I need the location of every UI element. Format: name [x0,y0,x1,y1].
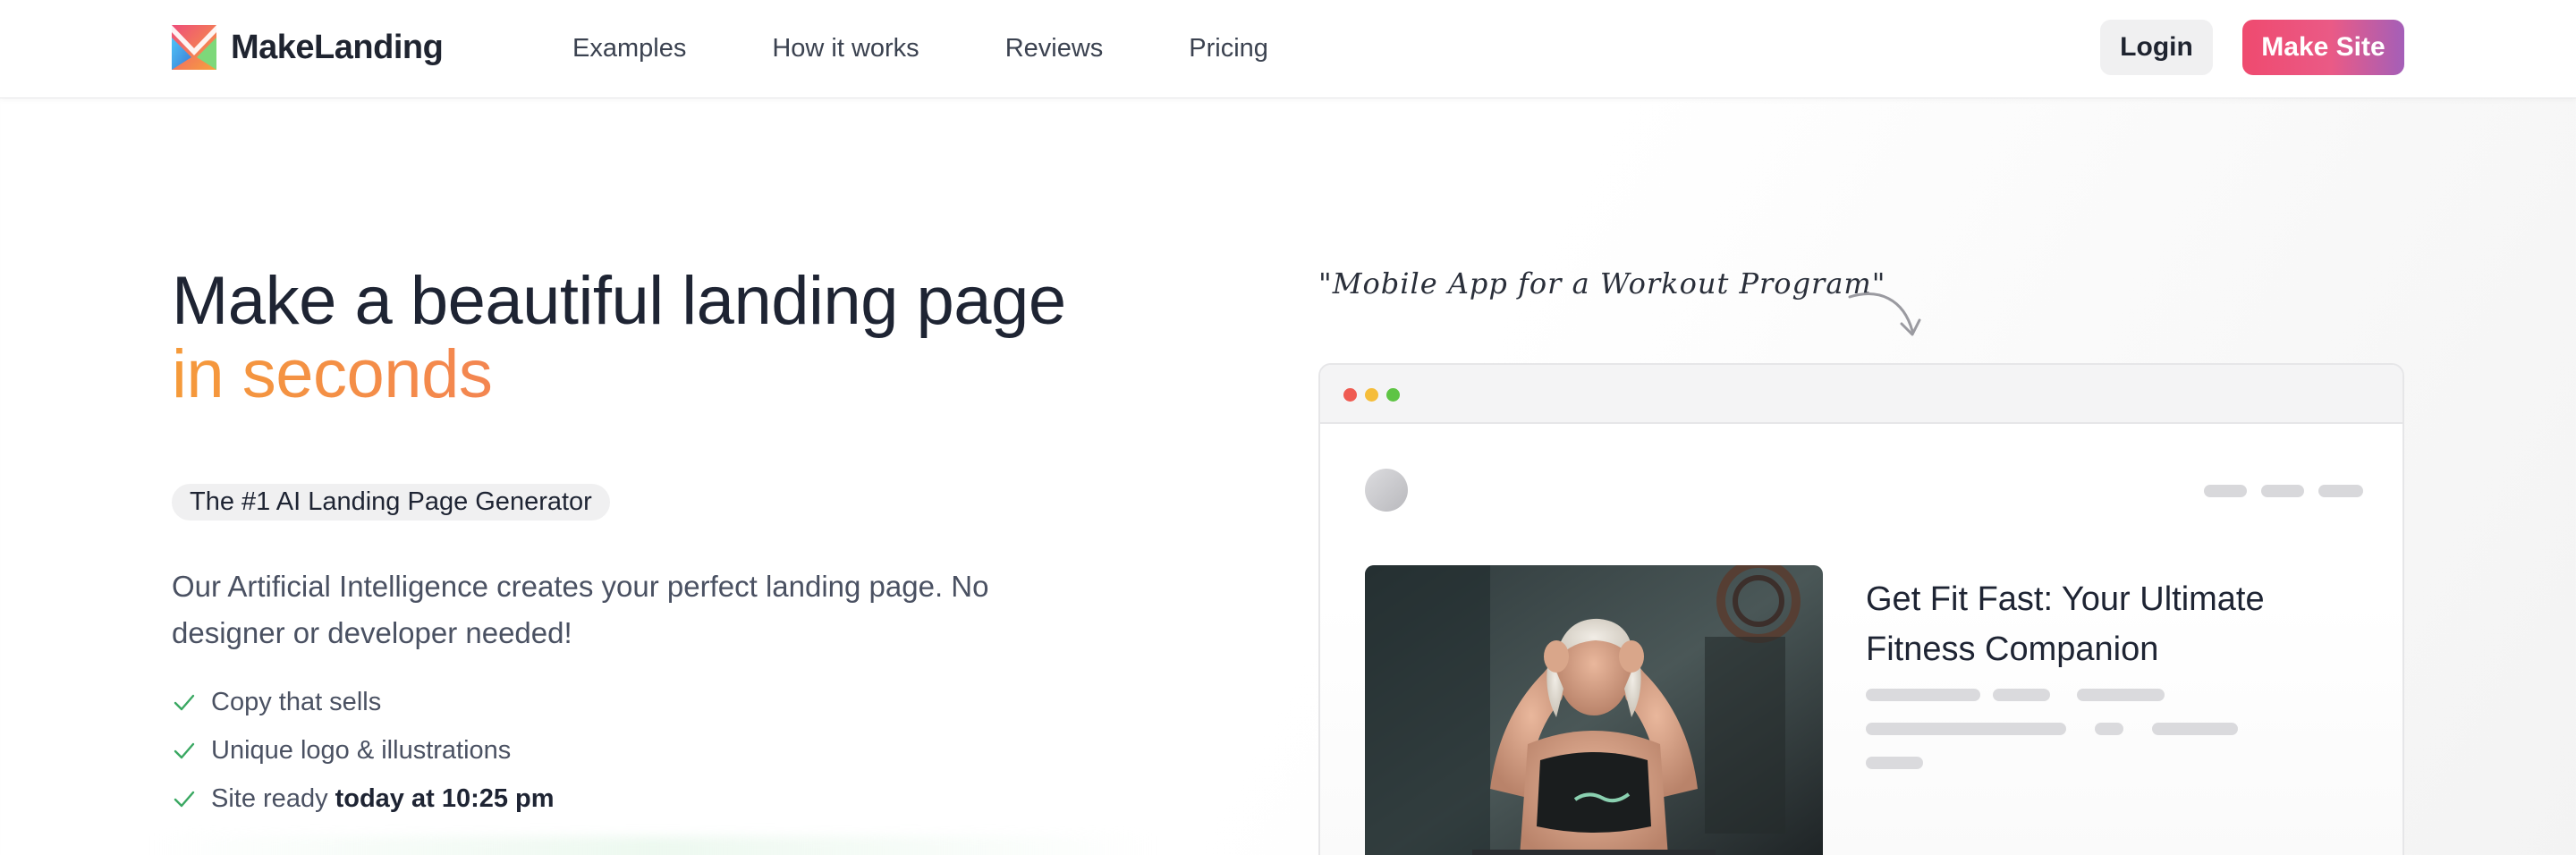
cta-glow-decoration [152,836,1154,855]
hero-title: Make a beautiful landing page in seconds [172,265,1066,411]
window-close-dot [1343,388,1357,402]
curved-arrow-icon [1848,292,1921,336]
check-icon [174,742,195,759]
browser-titlebar [1320,365,2402,424]
example-prompt: "Mobile App for a Workout Program" [1318,267,1886,301]
tagline-badge: The #1 AI Landing Page Generator [172,484,610,521]
preview-text-placeholder [2095,723,2123,735]
feature-text: Unique logo & illustrations [211,735,512,765]
preview-logo-placeholder [1365,469,1408,512]
check-icon [174,791,195,808]
preview-text-placeholder [1993,689,2050,701]
nav-link-reviews[interactable]: Reviews [1005,30,1104,66]
hero-description: Our Artificial Intelligence creates your… [172,570,989,649]
top-navbar: MakeLanding Examples How it works Review… [0,0,2576,98]
brand-logo[interactable]: MakeLanding [172,25,444,70]
feature-item: Unique logo & illustrations [172,726,555,775]
nav-link-how-it-works[interactable]: How it works [772,30,919,66]
browser-mockup: Get Fit Fast: Your Ultimate Fitness Comp… [1318,363,2404,855]
nav-link-pricing[interactable]: Pricing [1189,30,1268,66]
window-maximize-dot [1386,388,1400,402]
login-button[interactable]: Login [2100,20,2213,75]
feature-item: Copy that sells [172,678,555,726]
hero-title-line1: Make a beautiful landing page [172,263,1066,339]
feature-item: Site ready today at 10:25 pm [172,775,555,823]
preview-text-placeholder [2077,689,2165,701]
preview-nav-placeholder [2204,485,2247,497]
preview-text-placeholder [1866,757,1923,769]
preview-text-placeholder [1866,689,1980,701]
brand-name: MakeLanding [231,28,444,66]
main-nav: Examples How it works Reviews Pricing [572,30,1354,66]
preview-nav-placeholder [2318,485,2363,497]
ready-time: today at 10:25 pm [335,783,555,813]
fitness-photo-illustration [1365,565,1823,855]
feature-text: Site ready [211,783,328,813]
feature-text: Copy that sells [211,687,382,716]
make-site-button[interactable]: Make Site [2242,20,2404,75]
hero-title-accent: in seconds [172,338,1066,411]
window-minimize-dot [1365,388,1378,402]
nav-link-examples[interactable]: Examples [572,30,686,66]
preview-text-placeholder [1866,723,2066,735]
preview-site-title: Get Fit Fast: Your Ultimate Fitness Comp… [1866,580,2265,668]
preview-nav-placeholder [2261,485,2304,497]
preview-site: Get Fit Fast: Your Ultimate Fitness Comp… [1320,424,2402,855]
fitness-photo [1365,565,1823,855]
feature-list: Copy that sells Unique logo & illustrati… [172,678,555,823]
preview-text-placeholder [2152,723,2238,735]
check-icon [174,694,195,711]
logo-icon [172,25,216,70]
